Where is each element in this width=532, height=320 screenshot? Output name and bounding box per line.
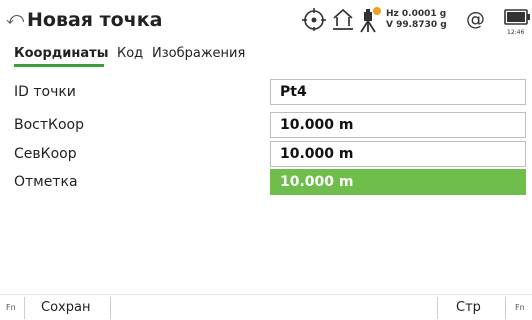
easting-value: 10.000 m: [280, 117, 354, 133]
height-value: 10.000 m: [280, 174, 354, 190]
form-row-height: Отметка 10.000 m: [0, 169, 532, 195]
v-readout: V 99.8730 g: [386, 20, 447, 30]
title-bar: ⤺ Новая точка Hz 0.0001 g V 99.8730 g @ …: [0, 0, 532, 40]
fn-separator: [24, 297, 25, 319]
tab-coordinates[interactable]: Координаты: [14, 45, 108, 63]
tab-code[interactable]: Код: [117, 45, 143, 63]
form-row-point-id: ID точки Pt4: [0, 79, 532, 105]
easting-label: ВостКоор: [14, 117, 84, 133]
connection-at-icon[interactable]: @: [466, 8, 485, 30]
angle-readout: Hz 0.0001 g V 99.8730 g: [386, 9, 447, 31]
fn-key-left[interactable]: Fn: [6, 303, 16, 313]
northing-value: 10.000 m: [280, 146, 354, 162]
clock-time: 12:46: [507, 29, 525, 36]
save-button[interactable]: Сохран: [41, 299, 90, 317]
northing-label: СевКоор: [14, 146, 77, 162]
fn-separator: [437, 297, 438, 319]
target-crosshair-icon[interactable]: [301, 6, 327, 32]
easting-field[interactable]: 10.000 m: [270, 112, 526, 138]
fn-key-right[interactable]: Fn: [515, 303, 525, 313]
page-button[interactable]: Стр: [456, 299, 481, 317]
point-id-field[interactable]: Pt4: [270, 79, 526, 105]
active-tab-indicator: [14, 64, 104, 67]
hz-readout: Hz 0.0001 g: [386, 9, 447, 19]
page-title: Новая точка: [27, 9, 163, 31]
northing-field[interactable]: 10.000 m: [270, 141, 526, 167]
height-field[interactable]: 10.000 m: [270, 169, 526, 195]
tab-images[interactable]: Изображения: [152, 45, 245, 63]
function-key-bar: Fn Сохран Стр Fn: [0, 294, 532, 320]
fn-separator: [110, 297, 111, 319]
back-icon[interactable]: ⤺: [6, 8, 24, 30]
height-label: Отметка: [14, 174, 78, 190]
form-row-northing: СевКоор 10.000 m: [0, 141, 532, 167]
instrument-signal-icon[interactable]: [357, 6, 383, 34]
fn-separator: [505, 297, 506, 319]
home-base-icon[interactable]: [331, 6, 355, 32]
tab-bar: Координаты Код Изображения: [0, 40, 532, 68]
point-id-label: ID точки: [14, 84, 76, 100]
point-id-value: Pt4: [280, 84, 307, 100]
form-row-easting: ВостКоор 10.000 m: [0, 112, 532, 138]
